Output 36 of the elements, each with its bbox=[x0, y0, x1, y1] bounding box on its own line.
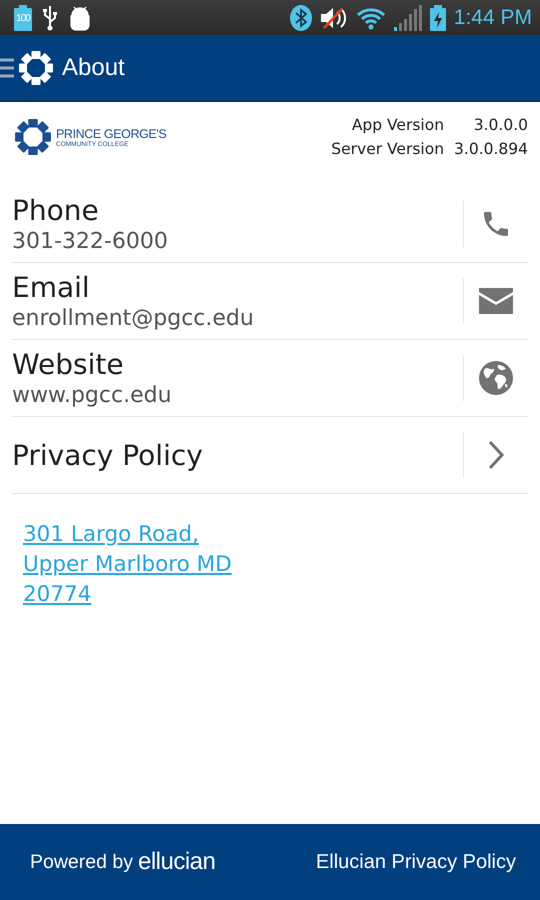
row-label: Website bbox=[12, 348, 125, 381]
signal-icon bbox=[394, 4, 422, 30]
clock-time: 1:44 PM bbox=[454, 6, 532, 30]
college-name: PRINCE GEORGE'S bbox=[56, 126, 166, 140]
android-icon bbox=[68, 4, 92, 30]
college-logo-icon bbox=[14, 118, 52, 156]
contact-row[interactable]: Email enrollment@pgcc.edu bbox=[12, 263, 528, 340]
version-label: App Version bbox=[350, 116, 444, 134]
charging-battery-icon bbox=[430, 4, 446, 30]
powered-by-text: Powered by bbox=[30, 850, 133, 874]
menu-icon[interactable] bbox=[0, 56, 14, 78]
contact-row[interactable]: Privacy Policy bbox=[12, 417, 528, 494]
screen-title: About bbox=[62, 54, 125, 82]
row-value: www.pgcc.edu bbox=[12, 383, 173, 408]
envelope-icon bbox=[479, 288, 513, 314]
bluetooth-icon bbox=[290, 4, 312, 30]
chevron-right-icon bbox=[487, 440, 505, 470]
version-label: Server Version bbox=[331, 140, 444, 158]
globe-icon bbox=[478, 360, 514, 396]
contact-row[interactable]: Phone 301-322-6000 bbox=[12, 186, 528, 263]
version-value: 3.0.0.894 bbox=[454, 140, 528, 158]
version-value: 3.0.0.0 bbox=[472, 116, 528, 134]
battery-percent: 100 bbox=[15, 12, 32, 24]
brand-logo: ellucian bbox=[138, 848, 216, 876]
muted-speaker-icon bbox=[320, 6, 348, 30]
contact-row[interactable]: Website www.pgcc.edu bbox=[12, 340, 528, 417]
privacy-policy-link[interactable]: Ellucian Privacy Policy bbox=[316, 850, 516, 874]
college-logo-icon bbox=[18, 50, 54, 86]
row-value: enrollment@pgcc.edu bbox=[12, 306, 255, 331]
battery-icon bbox=[14, 4, 32, 30]
row-value: 301-322-6000 bbox=[12, 229, 169, 254]
wifi-icon bbox=[356, 6, 386, 30]
row-label: Email bbox=[12, 271, 91, 304]
row-label: Privacy Policy bbox=[12, 438, 204, 472]
row-label: Phone bbox=[12, 194, 100, 227]
usb-icon bbox=[42, 4, 58, 30]
